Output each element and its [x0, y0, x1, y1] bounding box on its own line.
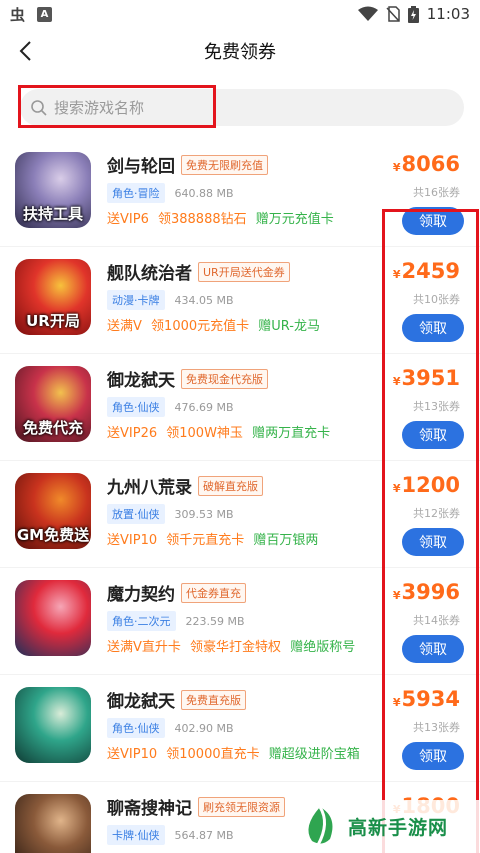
game-badge: 刷充领无限资源 — [198, 796, 285, 817]
game-badge: 免费无限刷充值 — [181, 154, 268, 175]
game-name[interactable]: 魔力契约 — [107, 580, 175, 605]
wifi-icon — [357, 6, 378, 21]
game-perks: 送满V 领1000元充值卡 赠UR-龙马 — [107, 315, 320, 334]
claim-column-highlight-box — [382, 209, 479, 853]
game-perks: 送VIP6 领388888钻石 赠万元充值卡 — [107, 208, 334, 227]
battery-charging-icon — [407, 5, 419, 23]
game-category-tag: 角色·仙侠 — [107, 397, 165, 417]
perk-vip: 送VIP10 — [107, 747, 158, 762]
game-size: 402.90 MB — [174, 721, 234, 735]
game-category-tag: 角色·仙侠 — [107, 718, 165, 738]
search-highlight-box — [18, 85, 216, 128]
game-icon-caption: GM免费送 — [16, 526, 90, 544]
game-icon[interactable] — [15, 687, 91, 763]
game-size: 223.59 MB — [185, 614, 245, 628]
perk-reward: 领100W神玉 — [166, 426, 243, 441]
currency-symbol: ¥ — [392, 161, 401, 174]
page-title: 免费领券 — [204, 42, 276, 63]
no-sim-icon — [386, 6, 400, 22]
game-badge: 免费现金代充版 — [181, 368, 268, 389]
chevron-left-icon — [19, 41, 31, 61]
perk-vip: 送VIP10 — [107, 533, 158, 548]
perk-gift: 赠超级进阶宝箱 — [268, 747, 360, 762]
game-category-tag: 角色·二次元 — [107, 611, 176, 631]
game-name[interactable]: 九州八荒录 — [107, 473, 192, 498]
perk-reward: 领豪华打金特权 — [190, 640, 282, 655]
game-category-tag: 卡牌·仙侠 — [107, 825, 165, 845]
game-name[interactable]: 聊斋搜神记 — [107, 794, 192, 819]
game-name[interactable]: 剑与轮回 — [107, 152, 175, 177]
perk-gift: 赠绝版称号 — [290, 640, 356, 655]
perk-vip: 送VIP6 — [107, 212, 149, 227]
perk-vip: 送VIP26 — [107, 426, 158, 441]
game-icon-caption: UR开局 — [26, 312, 80, 330]
status-bar: 虫 A 11:03 — [0, 0, 480, 28]
game-icon[interactable]: 扶持工具 — [15, 152, 91, 228]
game-badge: 免费直充版 — [181, 689, 246, 710]
game-icon-caption: 免费代充 — [22, 419, 83, 437]
game-icon[interactable]: UR开局 — [15, 259, 91, 335]
leaf-logo-icon — [308, 805, 333, 846]
perk-reward: 领388888钻石 — [157, 212, 247, 227]
game-category-tag: 动漫·卡牌 — [107, 290, 165, 310]
perk-reward: 领1000元充值卡 — [151, 319, 250, 334]
game-icon[interactable]: GM免费送 — [15, 473, 91, 549]
game-badge: 代金券直充 — [181, 582, 246, 603]
game-icon-caption: 扶持工具 — [22, 205, 83, 223]
voucher-value: ¥8066 — [393, 152, 460, 176]
game-name[interactable]: 御龙弑天 — [107, 366, 175, 391]
perk-gift: 赠百万银两 — [253, 533, 319, 548]
game-perks: 送VIP26 领100W神玉 赠两万直充卡 — [107, 422, 330, 441]
perk-reward: 领10000直充卡 — [166, 747, 260, 762]
game-perks: 送VIP10 领10000直充卡 赠超级进阶宝箱 — [107, 743, 360, 762]
perk-reward: 领千元直充卡 — [166, 533, 245, 548]
voucher-amount: 8066 — [401, 152, 460, 176]
game-size: 434.05 MB — [174, 293, 234, 307]
perk-gift: 赠两万直充卡 — [252, 426, 331, 441]
watermark-text: 高新手游网 — [348, 817, 449, 839]
game-perks: 送满V直升卡 领豪华打金特权 赠绝版称号 — [107, 636, 355, 655]
app-header: 免费领券 — [0, 28, 480, 74]
perk-vip: 送满V — [107, 319, 142, 334]
game-icon[interactable] — [15, 580, 91, 656]
game-size: 564.87 MB — [174, 828, 234, 842]
game-badge: 破解直充版 — [198, 475, 263, 496]
game-name[interactable]: 舰队统治者 — [107, 259, 192, 284]
status-time: 11:03 — [426, 5, 470, 23]
game-size: 640.88 MB — [174, 186, 234, 200]
perk-vip: 送满V直升卡 — [107, 640, 181, 655]
game-badge: UR开局送代金券 — [198, 261, 290, 282]
game-icon[interactable] — [15, 794, 91, 853]
notification-app-icon: 虫 — [10, 5, 26, 24]
perk-gift: 赠UR-龙马 — [258, 319, 320, 334]
watermark: 高新手游网 — [300, 800, 480, 853]
game-size: 309.53 MB — [174, 507, 234, 521]
game-perks: 送VIP10 领千元直充卡 赠百万银两 — [107, 529, 318, 548]
game-category-tag: 角色·冒险 — [107, 183, 165, 203]
game-category-tag: 放置·仙侠 — [107, 504, 165, 524]
perk-gift: 赠万元充值卡 — [255, 212, 334, 227]
game-name[interactable]: 御龙弑天 — [107, 687, 175, 712]
back-button[interactable] — [10, 36, 40, 66]
notification-a-icon: A — [37, 6, 53, 22]
game-icon[interactable]: 免费代充 — [15, 366, 91, 442]
game-size: 476.69 MB — [174, 400, 234, 414]
voucher-count: 共16张券 — [413, 186, 460, 199]
